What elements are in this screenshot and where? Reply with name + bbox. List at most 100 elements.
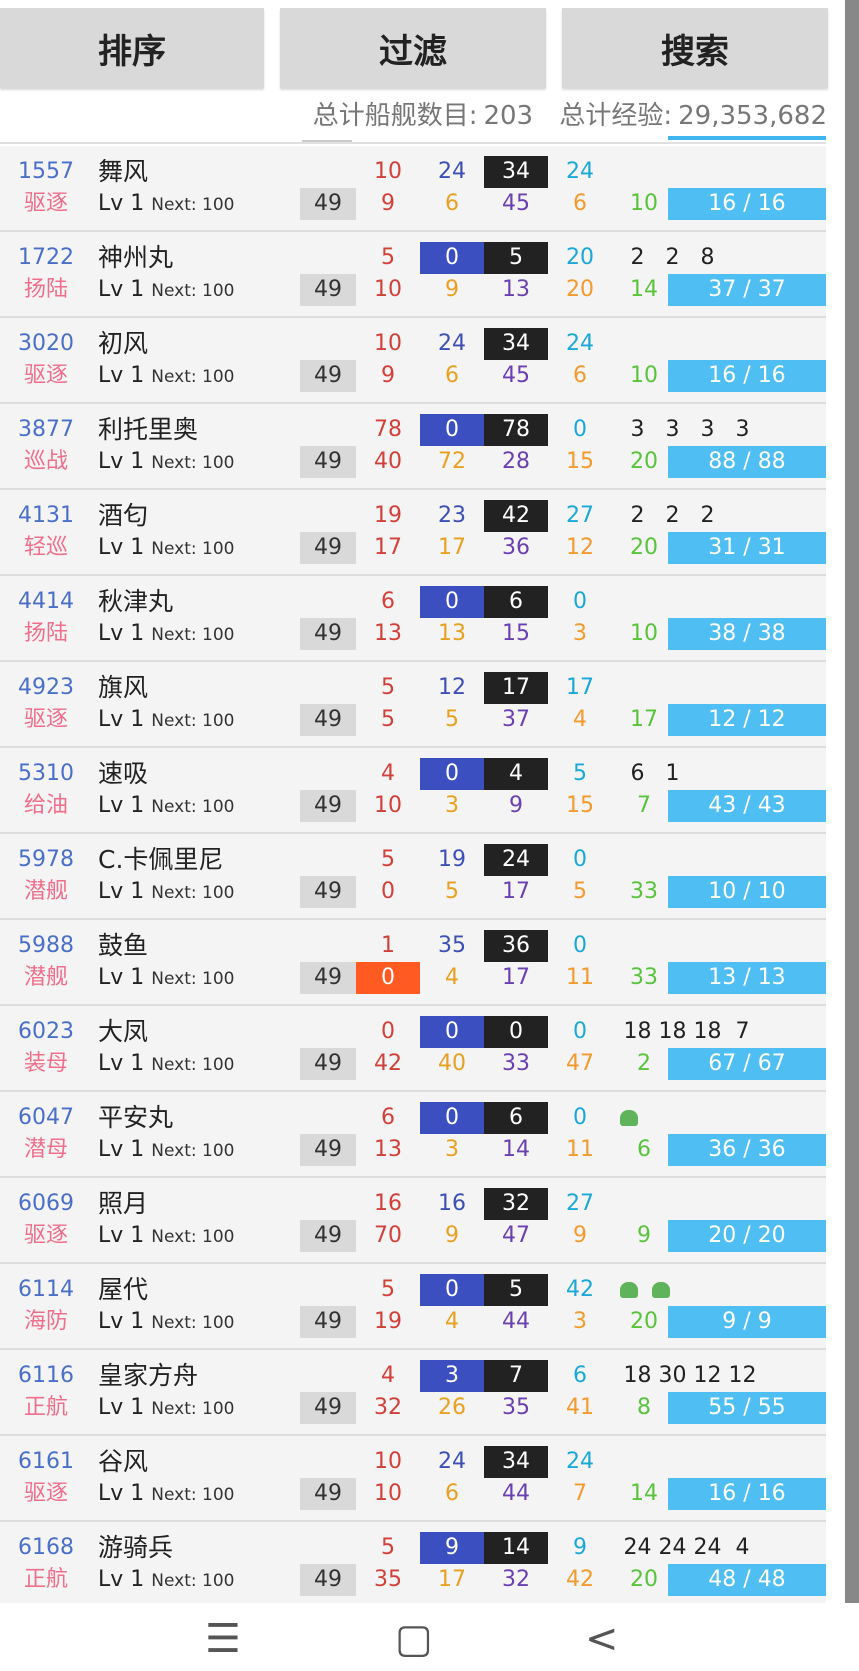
stat-total: 4 [484, 758, 548, 790]
ship-row[interactable]: 5988 潜舰 鼓鱼 Lv 1 Next: 100 49 1 35 36 0 0 4 17 11 33 13… [0, 920, 826, 1006]
ship-list[interactable]: 1557 驱逐 舞风 Lv 1 Next: 100 49 10 24 34 24 9 6 45 6 10 1… [0, 142, 826, 1604]
ship-row[interactable]: 6069 驱逐 照月 Lv 1 Next: 100 49 16 16 32 27 70 9 47 9 9 2… [0, 1178, 826, 1264]
ship-row[interactable]: 6168 正航 游骑兵 Lv 1 Next: 100 49 5 9 14 9 35 17 32 42 20… [0, 1522, 826, 1604]
stat-fire-mod: 70 [374, 1223, 402, 1248]
ship-name: C.卡佩里尼 [98, 845, 224, 874]
stat-firepower: 4 [381, 761, 395, 786]
next-exp-text: Next: 100 [151, 625, 235, 645]
ship-level: Lv 1 Next: 100 [98, 704, 234, 737]
ship-row[interactable]: 6161 驱逐 谷风 Lv 1 Next: 100 49 10 24 34 24 10 6 44 7 14… [0, 1436, 826, 1522]
slot-count: 7 [735, 1019, 750, 1044]
ship-row[interactable]: 3020 驱逐 初风 Lv 1 Next: 100 49 10 24 34 24 9 6 45 6 10 1… [0, 318, 826, 404]
scrollbar[interactable] [845, 0, 859, 1603]
level-text: Lv 1 [98, 793, 145, 818]
equipment-slots [620, 1102, 820, 1134]
ship-row[interactable]: 6047 潜母 平安丸 Lv 1 Next: 100 49 6 0 6 0 13 3 14 11 6 36 … [0, 1092, 826, 1178]
ship-type: 扬陆 [23, 277, 68, 302]
ship-id: 4131 [18, 503, 74, 528]
slot-count: 1 [665, 761, 680, 786]
ship-type: 巡战 [23, 449, 68, 474]
stat-fire-mod: 10 [374, 277, 402, 302]
stat-firepower: 16 [374, 1191, 402, 1216]
ship-id: 5978 [18, 847, 74, 872]
stat-evasion: 6 [573, 363, 587, 388]
level-box: 49 [300, 1392, 356, 1424]
stat-luck: 8 [637, 1395, 651, 1420]
stat-firepower: 5 [381, 1277, 395, 1302]
stat-luck: 17 [630, 707, 658, 732]
ship-row[interactable]: 4414 扬陆 秋津丸 Lv 1 Next: 100 49 6 0 6 0 13 13 15 3 10 38… [0, 576, 826, 662]
stat-luck: 9 [637, 1223, 651, 1248]
stat-luck: 10 [630, 191, 658, 216]
stat-fire-mod: 10 [374, 793, 402, 818]
level-text: Lv 1 [98, 1223, 145, 1248]
stat-luck: 7 [637, 793, 651, 818]
stat-los: 27 [566, 503, 594, 528]
sort-button[interactable]: 排序 [0, 8, 264, 88]
stat-asw: 44 [502, 1481, 530, 1506]
stat-evasion: 42 [566, 1567, 594, 1592]
stat-total: 34 [484, 156, 548, 188]
filter-button[interactable]: 过滤 [280, 8, 546, 88]
menu-icon[interactable]: ☰ [205, 1613, 241, 1665]
stat-firepower: 10 [374, 1449, 402, 1474]
ship-row[interactable]: 5310 给油 速吸 Lv 1 Next: 100 49 4 0 4 5 10 3 9 15 7 6 1 43 … [0, 748, 826, 834]
stat-firepower: 78 [374, 417, 402, 442]
stat-total: 14 [484, 1532, 548, 1564]
stat-torpedo: 0 [420, 414, 484, 446]
stat-total: 78 [484, 414, 548, 446]
stat-firepower: 10 [374, 159, 402, 184]
stat-fire-mod: 0 [381, 879, 395, 904]
stat-asw: 45 [502, 363, 530, 388]
summary-bar: 总计船舰数目: 203 总计经验: 29,353,682 [307, 100, 827, 132]
ship-name: 神州丸 [98, 243, 174, 272]
home-icon[interactable]: ▢ [395, 1613, 433, 1665]
stat-torpedo: 0 [420, 1274, 484, 1306]
stat-los: 0 [573, 589, 587, 614]
ship-row[interactable]: 6023 装母 大凤 Lv 1 Next: 100 49 0 0 0 0 42 40 33 47 2 18 1… [0, 1006, 826, 1092]
plane-icon [620, 1110, 638, 1126]
stat-fire-mod: 32 [374, 1395, 402, 1420]
stat-aa: 3 [445, 1137, 459, 1162]
stat-fire-mod: 19 [374, 1309, 402, 1334]
next-exp-text: Next: 100 [151, 969, 235, 989]
stat-fire-mod: 13 [374, 1137, 402, 1162]
ship-row[interactable]: 3877 巡战 利托里奥 Lv 1 Next: 100 49 78 0 78 0 40 72 28 15… [0, 404, 826, 490]
stat-evasion: 20 [566, 277, 594, 302]
ship-row[interactable]: 6116 正航 皇家方舟 Lv 1 Next: 100 49 4 3 7 6 32 26 35 41 8 1… [0, 1350, 826, 1436]
ship-row[interactable]: 6114 海防 屋代 Lv 1 Next: 100 49 5 0 5 42 19 4 44 3 20 9 /… [0, 1264, 826, 1350]
next-exp-text: Next: 100 [151, 1571, 235, 1591]
ship-level: Lv 1 Next: 100 [98, 360, 234, 393]
ship-row[interactable]: 1722 扬陆 神州丸 Lv 1 Next: 100 49 5 0 5 20 10 9 13 20 14 2… [0, 232, 826, 318]
ship-id: 3877 [18, 417, 74, 442]
slot-count: 12 [693, 1363, 722, 1388]
ship-type: 装母 [23, 1051, 68, 1076]
slot-count: 3 [630, 417, 645, 442]
stat-asw: 37 [502, 707, 530, 732]
search-button[interactable]: 搜索 [562, 8, 828, 88]
back-icon[interactable]: < [585, 1613, 619, 1665]
ship-id: 6114 [18, 1277, 74, 1302]
plane-icon [652, 1282, 670, 1298]
level-box: 49 [300, 1134, 356, 1166]
stat-los: 24 [566, 1449, 594, 1474]
ship-row[interactable]: 1557 驱逐 舞风 Lv 1 Next: 100 49 10 24 34 24 9 6 45 6 10 1… [0, 146, 826, 232]
hp-bar: 55 / 55 [668, 1392, 826, 1424]
ship-type: 轻巡 [23, 535, 68, 560]
stat-evasion: 47 [566, 1051, 594, 1076]
stat-luck: 14 [630, 1481, 658, 1506]
stat-luck: 10 [630, 363, 658, 388]
stat-aa: 4 [445, 1309, 459, 1334]
stat-asw: 36 [502, 535, 530, 560]
slot-count: 18 [623, 1363, 652, 1388]
stat-fire-mod: 9 [381, 363, 395, 388]
ship-row[interactable]: 4131 轻巡 酒匂 Lv 1 Next: 100 49 19 23 42 27 17 17 36 12… [0, 490, 826, 576]
ship-row[interactable]: 4923 驱逐 旗风 Lv 1 Next: 100 49 5 12 17 17 5 5 37 4 17 12… [0, 662, 826, 748]
level-box: 49 [300, 618, 356, 650]
level-text: Lv 1 [98, 449, 145, 474]
stat-fire-mod: 10 [374, 1481, 402, 1506]
ship-row[interactable]: 5978 潜舰 C.卡佩里尼 Lv 1 Next: 100 49 5 19 24 0 0 5 17 5 3… [0, 834, 826, 920]
ship-name: 利托里奥 [98, 415, 199, 444]
ship-type: 驱逐 [23, 1223, 68, 1248]
stat-evasion: 41 [566, 1395, 594, 1420]
